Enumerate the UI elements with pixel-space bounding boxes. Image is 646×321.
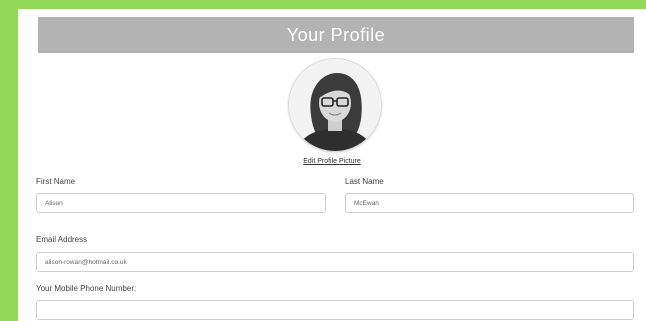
first-name-field[interactable] bbox=[36, 193, 326, 213]
email-label: Email Address bbox=[36, 235, 88, 244]
page-title: Your Profile bbox=[286, 24, 386, 45]
avatar[interactable] bbox=[289, 59, 381, 151]
edit-profile-picture-link[interactable]: Edit Profile Picture bbox=[18, 158, 646, 165]
mobile-phone-label: Your Mobile Phone Number: bbox=[36, 284, 137, 293]
last-name-label: Last Name bbox=[345, 177, 384, 186]
profile-header: Your Profile bbox=[38, 17, 634, 53]
mobile-phone-field[interactable] bbox=[36, 300, 634, 320]
profile-card: Your Profile Edit Profile Picture First … bbox=[18, 9, 646, 321]
last-name-field[interactable] bbox=[345, 193, 634, 213]
first-name-label: First Name bbox=[36, 177, 76, 186]
email-field[interactable] bbox=[36, 252, 634, 272]
avatar-photo bbox=[289, 59, 381, 151]
